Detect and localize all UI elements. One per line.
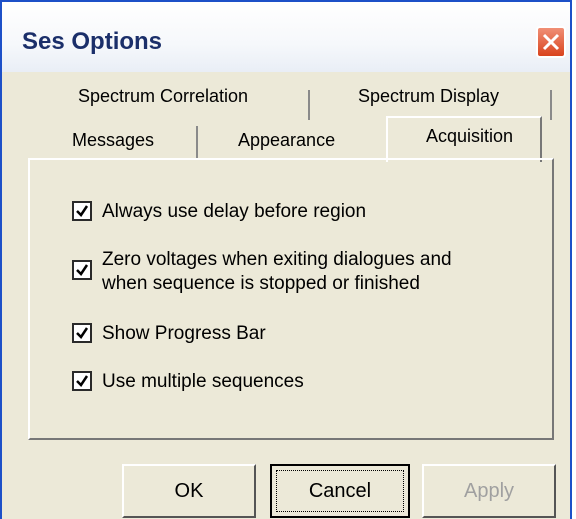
cancel-button[interactable]: Cancel <box>270 464 410 518</box>
checkmark-icon <box>76 264 89 276</box>
option-label-line1: Zero voltages when exiting dialogues and <box>102 249 452 270</box>
tab-divider <box>196 126 198 158</box>
option-label: Show Progress Bar <box>102 323 266 344</box>
tab-divider <box>550 90 552 120</box>
checkbox-always-use-delay[interactable] <box>72 201 92 221</box>
checkbox-use-multiple-sequences[interactable] <box>72 371 92 391</box>
ok-button[interactable]: OK <box>122 464 256 518</box>
checkmark-icon <box>76 205 89 217</box>
title-bar[interactable]: Ses Options <box>2 2 570 72</box>
tab-label: Messages <box>72 130 155 150</box>
dialog-window: Ses Options Spectrum Correlation Spectru… <box>0 0 572 519</box>
close-icon <box>542 33 560 51</box>
checkmark-icon <box>76 327 89 339</box>
button-label: Apply <box>463 480 515 502</box>
tab-label: Appearance <box>238 130 336 150</box>
tab-label: Acquisition <box>426 126 514 146</box>
tab-divider <box>308 90 310 120</box>
checkmark-icon <box>76 375 89 387</box>
tab-spectrum-correlation[interactable]: Spectrum Correlation <box>78 86 248 124</box>
checkbox-show-progress-bar[interactable] <box>72 323 92 343</box>
close-button[interactable] <box>536 26 566 58</box>
button-label: OK <box>174 480 204 502</box>
option-label: Use multiple sequences <box>102 371 304 392</box>
option-label-line2: when sequence is stopped or finished <box>102 273 420 294</box>
focus-ring <box>276 470 404 512</box>
apply-button[interactable]: Apply <box>422 464 556 518</box>
window-title: Ses Options <box>22 28 163 55</box>
tab-label: Spectrum Correlation <box>78 86 249 106</box>
tab-label: Spectrum Display <box>358 86 500 106</box>
option-label: Always use delay before region <box>102 201 367 222</box>
checkbox-zero-voltages[interactable] <box>72 260 92 280</box>
